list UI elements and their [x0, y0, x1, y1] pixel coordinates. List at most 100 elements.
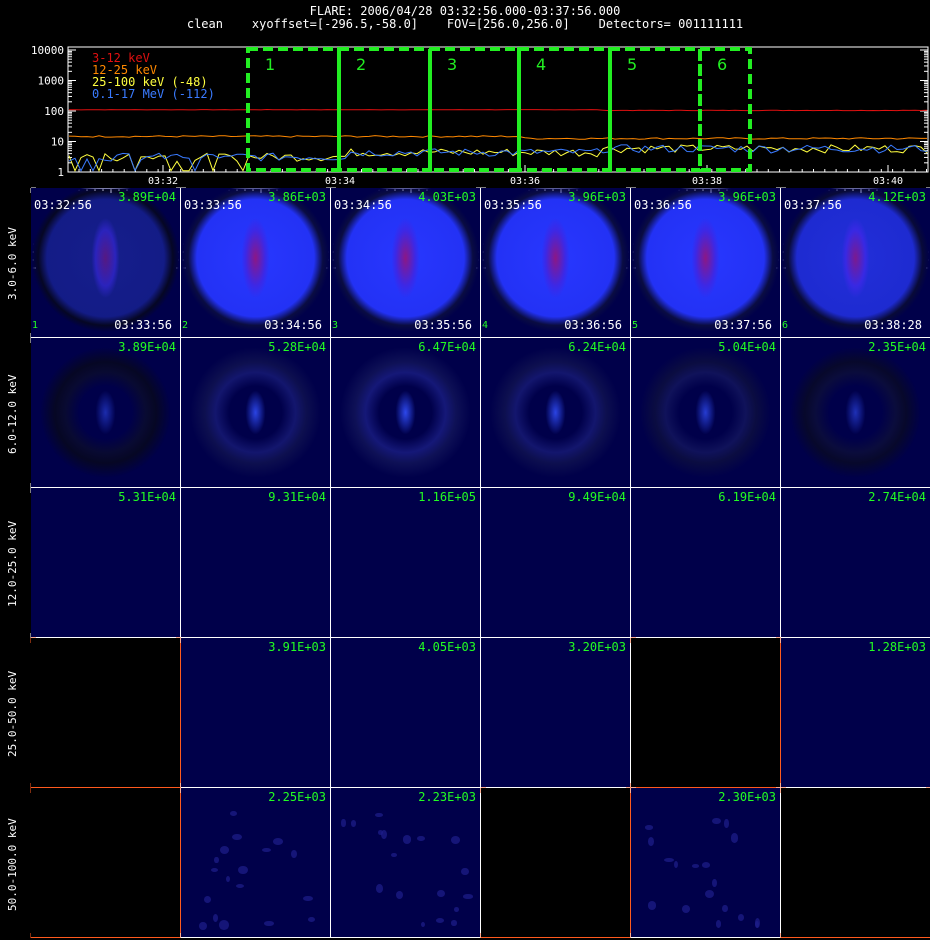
noise-speck — [212, 913, 218, 922]
end-time: 03:37:56 — [714, 318, 772, 332]
image-panel: 3.96E+03 03:36:56 03:37:56 5 — [631, 188, 780, 337]
noise-speck — [463, 894, 473, 899]
image-panel: 9.31E+04 — [181, 488, 330, 637]
peak-value: 6.47E+04 — [418, 340, 476, 354]
end-time: 03:38:28 — [864, 318, 922, 332]
peak-value: 4.12E+03 — [868, 190, 926, 204]
image-panel: 1.28E+03 — [781, 638, 930, 787]
noise-speck — [436, 918, 445, 923]
noise-speck — [203, 895, 211, 903]
image-panel: 6.47E+04 — [331, 338, 480, 487]
start-time: 03:36:56 — [634, 198, 692, 212]
peak-value: 2.23E+03 — [418, 790, 476, 804]
image-panel: 9.49E+04 — [481, 488, 630, 637]
interval-index: 2 — [182, 320, 189, 331]
noise-speck — [391, 852, 398, 858]
image-panel — [31, 638, 180, 787]
noise-speck — [264, 920, 275, 926]
image-panel: 3.20E+03 — [481, 638, 630, 787]
row-label: 25.0-50.0 keV — [6, 671, 19, 758]
image-panel: 3.91E+03 — [181, 638, 330, 787]
noise-speck — [420, 921, 426, 928]
start-time: 03:33:56 — [184, 198, 242, 212]
peak-value: 6.19E+04 — [718, 490, 776, 504]
noise-speck — [199, 921, 208, 931]
image-panel: 4.05E+03 — [331, 638, 480, 787]
image-panel: 2.25E+03 — [181, 788, 330, 937]
peak-value: 4.05E+03 — [418, 640, 476, 654]
peak-value: 5.31E+04 — [118, 490, 176, 504]
interval-index: 3 — [332, 320, 339, 331]
noise-speck — [451, 836, 461, 845]
noise-speck — [644, 825, 654, 830]
noise-speck — [261, 847, 271, 852]
peak-value: 9.31E+04 — [268, 490, 326, 504]
end-time: 03:33:56 — [114, 318, 172, 332]
peak-value: 5.04E+04 — [718, 340, 776, 354]
peak-value: 6.24E+04 — [568, 340, 626, 354]
interval-index: 6 — [782, 320, 789, 331]
noise-speck — [402, 835, 412, 844]
noise-speck — [754, 918, 760, 928]
row-label: 6.0-12.0 keV — [6, 374, 19, 454]
noise-speck — [236, 884, 245, 889]
noise-speck — [682, 904, 691, 913]
noise-speck — [375, 884, 383, 893]
noise-speck — [214, 856, 219, 864]
end-time: 03:34:56 — [264, 318, 322, 332]
noise-speck — [341, 819, 346, 827]
peak-value: 5.28E+04 — [268, 340, 326, 354]
noise-speck — [647, 837, 654, 847]
noise-speck — [225, 875, 230, 882]
noise-speck — [220, 846, 230, 855]
peak-value: 3.91E+03 — [268, 640, 326, 654]
noise-speck — [351, 820, 357, 827]
noise-speck — [647, 901, 657, 910]
noise-speck — [673, 861, 678, 869]
image-panel: 2.74E+04 — [781, 488, 930, 637]
noise-speck — [211, 867, 219, 873]
peak-value: 2.74E+04 — [868, 490, 926, 504]
row-label: 3.0-6.0 keV — [6, 227, 19, 301]
peak-value: 9.49E+04 — [568, 490, 626, 504]
image-panel: 4.12E+03 03:37:56 03:38:28 6 — [781, 188, 930, 337]
peak-value: 4.03E+03 — [418, 190, 476, 204]
noise-speck — [716, 920, 722, 928]
row-label: 12.0-25.0 keV — [6, 521, 19, 608]
interval-index: 4 — [482, 320, 489, 331]
peak-value: 1.28E+03 — [868, 640, 926, 654]
start-time: 03:37:56 — [784, 198, 842, 212]
noise-speck — [291, 849, 297, 859]
noise-speck — [701, 861, 711, 868]
image-panel — [781, 788, 930, 937]
peak-value: 2.35E+04 — [868, 340, 926, 354]
image-panel: 6.19E+04 — [631, 488, 780, 637]
image-panel — [31, 788, 180, 937]
image-panel: 3.89E+04 03:32:56 03:33:56 1 — [31, 188, 180, 337]
noise-speck — [395, 891, 403, 900]
image-panel: 2.35E+04 — [781, 338, 930, 487]
peak-value: 2.30E+03 — [718, 790, 776, 804]
noise-speck — [737, 914, 744, 922]
image-panel — [481, 788, 630, 937]
row-label: 50.0-100.0 keV — [6, 817, 19, 911]
peak-value: 3.89E+04 — [118, 340, 176, 354]
noise-speck — [232, 834, 242, 841]
image-panel: 1.16E+05 — [331, 488, 480, 637]
noise-speck — [712, 878, 718, 887]
noise-speck — [303, 895, 313, 901]
peak-value: 3.96E+03 — [568, 190, 626, 204]
interval-index: 1 — [32, 320, 39, 331]
image-panel — [631, 638, 780, 787]
noise-speck — [691, 864, 700, 869]
noise-speck — [711, 817, 721, 825]
start-time: 03:34:56 — [334, 198, 392, 212]
image-panel: 5.31E+04 — [31, 488, 180, 637]
noise-speck — [451, 920, 457, 926]
peak-value: 3.86E+03 — [268, 190, 326, 204]
end-time: 03:36:56 — [564, 318, 622, 332]
noise-speck — [219, 919, 230, 930]
peak-value: 3.20E+03 — [568, 640, 626, 654]
noise-speck — [721, 904, 728, 913]
noise-speck — [416, 835, 426, 842]
